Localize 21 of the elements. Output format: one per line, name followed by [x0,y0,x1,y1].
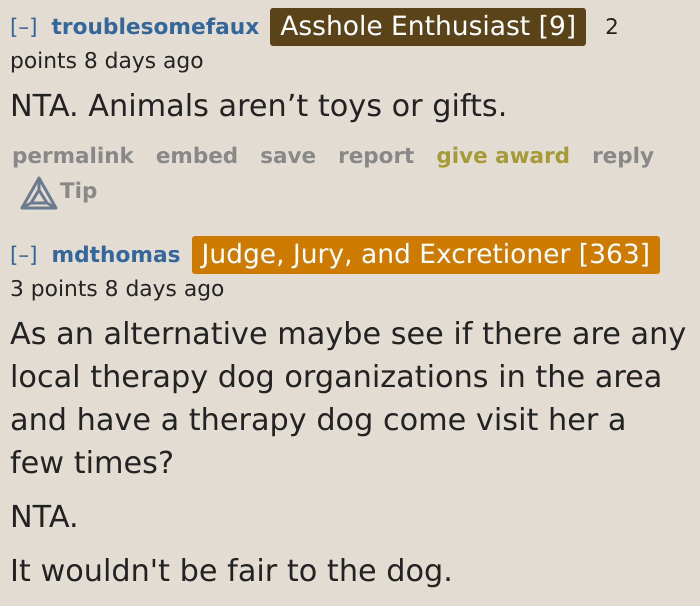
action-link[interactable]: report [338,140,414,173]
comment-text: NTA. Animals aren’t toys or gifts. [10,88,508,126]
action-link[interactable]: permalink [12,140,134,173]
user-flair: Judge, Jury, and Excretioner [363] [192,236,660,274]
comment-text: It wouldn't be fair to the dog. [10,553,454,591]
username-link[interactable]: mdthomas [52,242,181,268]
comment-text: NTA. [10,499,80,537]
action-link[interactable]: reply [592,140,654,173]
collapse-toggle[interactable]: [–] [10,242,38,268]
user-flair: Asshole Enthusiast [9] [270,8,586,46]
username-link[interactable]: troublesomefaux [52,14,260,40]
tagline-text: 3 points 8 days ago [10,277,226,302]
tagline-text: points 8 days ago [10,49,205,74]
triangle-icon [20,176,58,210]
comment-text: As an alternative maybe see if there are any local therapy dog organizations in the area and have a therapy dog come visit her a few times? [10,316,688,483]
action-link[interactable]: embed [156,140,238,173]
action-link[interactable]: save [260,140,316,173]
score-text: 2 [605,14,619,40]
collapse-toggle[interactable]: [–] [10,14,38,40]
tip-link[interactable]: Tip [20,176,98,210]
award-link[interactable]: give award [436,140,570,173]
